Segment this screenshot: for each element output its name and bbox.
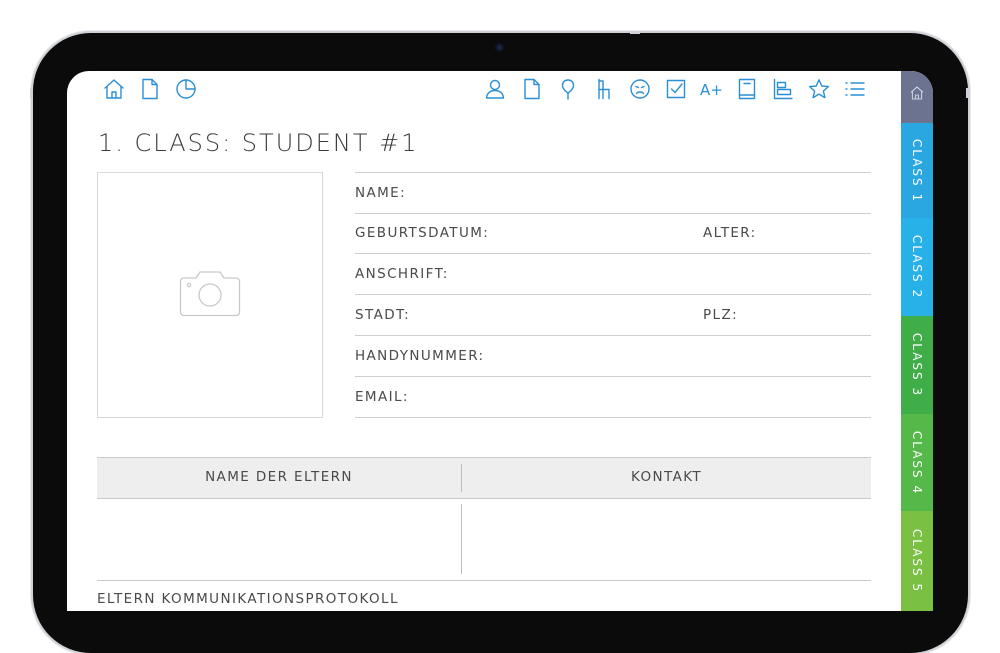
tab-class-3[interactable]: CLASS 3 bbox=[901, 316, 933, 414]
tab-class-1[interactable]: CLASS 1 bbox=[901, 123, 933, 218]
tab-label: CLASS 2 bbox=[910, 234, 924, 300]
home-icon bbox=[910, 86, 924, 100]
parents-table-body[interactable] bbox=[97, 498, 871, 581]
address-label: ANSCHRIFT: bbox=[355, 266, 449, 282]
student-photo-box[interactable] bbox=[97, 172, 323, 418]
sad-face-icon[interactable] bbox=[628, 77, 652, 101]
city-row[interactable]: STADT: PLZ: bbox=[355, 295, 871, 336]
birthdate-row[interactable]: GEBURTSDATUM: ALTER: bbox=[355, 213, 871, 254]
side-button bbox=[30, 88, 33, 98]
page-title: 1. CLASS: STUDENT #1 bbox=[98, 129, 419, 157]
tab-home[interactable] bbox=[901, 71, 933, 123]
zip-label: PLZ: bbox=[703, 307, 739, 323]
tab-class-4[interactable]: CLASS 4 bbox=[901, 414, 933, 511]
email-row[interactable]: EMAIL: bbox=[355, 377, 871, 418]
tab-class-2[interactable]: CLASS 2 bbox=[901, 218, 933, 316]
page-icon[interactable] bbox=[138, 77, 162, 101]
grade-icon[interactable]: A+ bbox=[699, 77, 723, 101]
star-icon[interactable] bbox=[807, 77, 831, 101]
birthdate-label: GEBURTSDATUM: bbox=[355, 225, 490, 241]
side-tabs: CLASS 1 CLASS 2 CLASS 3 CLASS 4 CLASS 5 bbox=[901, 71, 933, 611]
top-toolbar: A+ bbox=[67, 71, 901, 111]
address-row[interactable]: ANSCHRIFT: bbox=[355, 254, 871, 295]
book-icon[interactable] bbox=[735, 77, 759, 101]
pie-chart-icon[interactable] bbox=[174, 77, 198, 101]
parents-name-header: NAME DER ELTERN bbox=[205, 469, 353, 485]
camera-lens bbox=[495, 43, 504, 52]
list-icon[interactable] bbox=[843, 77, 867, 101]
planner-page: A+ 1. CLASS: STUDENT #1 NAME: GEBURTSDAT… bbox=[67, 71, 933, 611]
pin-icon[interactable] bbox=[556, 77, 580, 101]
tab-label: CLASS 1 bbox=[910, 138, 924, 203]
home-icon[interactable] bbox=[102, 77, 126, 101]
city-label: STADT: bbox=[355, 307, 411, 323]
chart-icon[interactable] bbox=[771, 77, 795, 101]
camera-icon bbox=[179, 271, 241, 317]
name-row[interactable]: NAME: bbox=[355, 172, 871, 214]
name-label: NAME: bbox=[355, 185, 407, 201]
tab-label: CLASS 4 bbox=[910, 430, 924, 495]
communication-log-title: ELTERN KOMMUNIKATIONSPROTOKOLL bbox=[97, 591, 399, 607]
tab-label: CLASS 5 bbox=[910, 528, 924, 594]
tab-label: CLASS 3 bbox=[910, 332, 924, 398]
grade-text: A+ bbox=[700, 81, 723, 99]
person-icon[interactable] bbox=[483, 77, 507, 101]
phone-row[interactable]: HANDYNUMMER: bbox=[355, 336, 871, 377]
chair-icon[interactable] bbox=[592, 77, 616, 101]
parents-table-header: NAME DER ELTERN KONTAKT bbox=[97, 457, 871, 499]
checkbox-icon[interactable] bbox=[664, 77, 688, 101]
email-label: EMAIL: bbox=[355, 389, 409, 405]
age-label: ALTER: bbox=[703, 225, 757, 241]
side-button bbox=[966, 88, 969, 98]
contact-header: KONTAKT bbox=[630, 469, 703, 485]
column-divider bbox=[461, 504, 462, 574]
top-button bbox=[630, 32, 640, 34]
page-icon[interactable] bbox=[520, 77, 544, 101]
tab-class-5[interactable]: CLASS 5 bbox=[901, 511, 933, 611]
phone-label: HANDYNUMMER: bbox=[355, 348, 485, 364]
